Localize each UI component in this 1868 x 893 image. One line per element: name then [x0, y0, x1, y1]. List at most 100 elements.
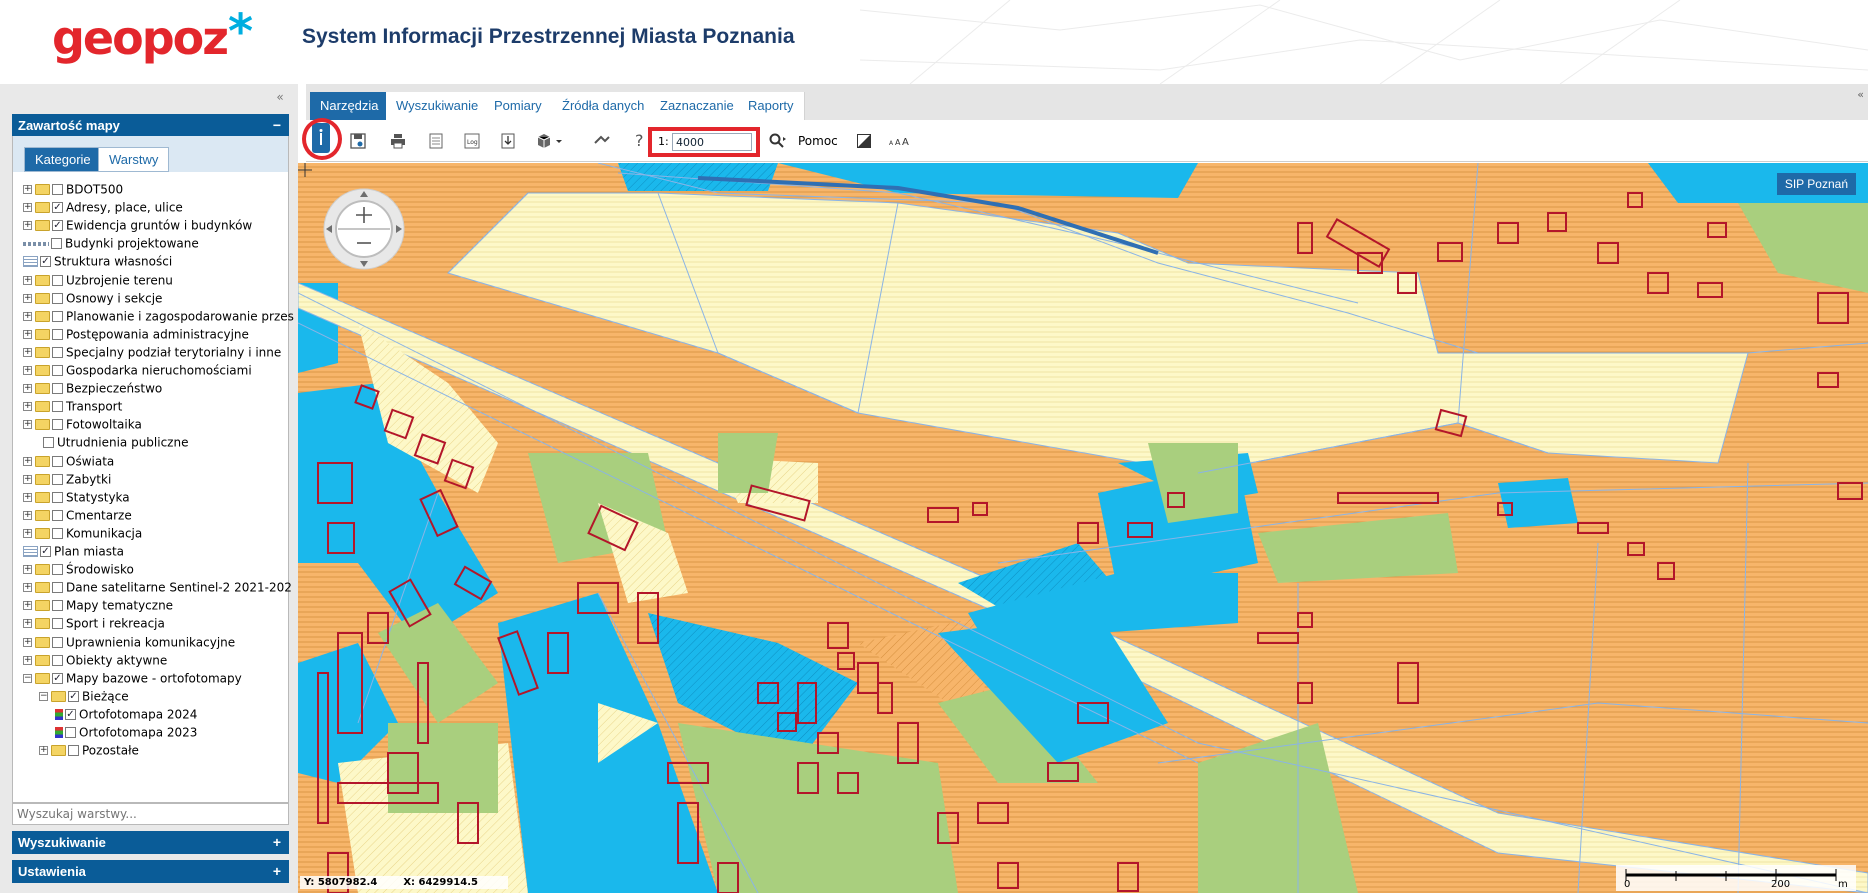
tab-zrodla-danych[interactable]: Źródła danych — [552, 92, 656, 120]
collapse-node-icon[interactable]: − — [39, 691, 48, 701]
layer-checkbox[interactable] — [43, 437, 54, 449]
expand-node-icon[interactable]: + — [23, 601, 32, 611]
collapse-toolbar-icon[interactable]: « — [1857, 88, 1864, 101]
tree-item[interactable]: + ✓ Adresy, place, ulice — [23, 198, 183, 216]
zoom-in-icon[interactable] — [354, 205, 374, 225]
tab-zaznaczanie[interactable]: Zaznaczanie — [650, 92, 745, 120]
expand-node-icon[interactable]: + — [23, 492, 32, 502]
layer-checkbox[interactable] — [52, 401, 63, 413]
contrast-icon[interactable] — [854, 131, 874, 151]
tree-item[interactable]: + Postępowania administracyjne — [23, 325, 249, 343]
layer-checkbox[interactable] — [52, 618, 63, 630]
expand-settings-icon[interactable]: + — [273, 860, 281, 883]
expand-node-icon[interactable]: + — [23, 275, 32, 285]
tree-item[interactable]: + Środowisko — [23, 560, 134, 578]
collapse-node-icon[interactable]: − — [23, 673, 32, 683]
layer-checkbox[interactable] — [52, 527, 63, 539]
expand-search-icon[interactable]: + — [273, 831, 281, 854]
tree-item[interactable]: + Transport — [23, 397, 122, 415]
tab-narzedzia[interactable]: Narzędzia — [310, 92, 390, 120]
export-icon[interactable] — [498, 131, 518, 151]
layer-search-input[interactable] — [12, 803, 289, 825]
tree-item[interactable]: + Sport i rekreacja — [23, 614, 165, 632]
layer-checkbox[interactable] — [52, 509, 63, 521]
expand-node-icon[interactable]: + — [23, 347, 32, 357]
expand-node-icon[interactable]: + — [23, 203, 32, 213]
tree-item[interactable]: + Pozostałe — [39, 741, 139, 759]
zoom-out-icon[interactable] — [354, 233, 374, 253]
map-navigation-control[interactable] — [322, 187, 406, 271]
tab-warstwy[interactable]: Warstwy — [98, 147, 170, 172]
expand-node-icon[interactable]: + — [39, 746, 48, 756]
tree-item[interactable]: + Komunikacja — [23, 524, 142, 542]
expand-node-icon[interactable]: + — [23, 456, 32, 466]
layer-checkbox[interactable]: ✓ — [52, 202, 63, 214]
tree-item[interactable]: + Cmentarze — [23, 506, 132, 524]
expand-node-icon[interactable]: + — [23, 384, 32, 394]
expand-node-icon[interactable]: + — [23, 510, 32, 520]
layer-checkbox[interactable] — [52, 346, 63, 358]
sip-poznan-button[interactable]: SIP Poznań — [1776, 173, 1856, 195]
help-question-icon[interactable]: ? — [630, 131, 650, 151]
expand-node-icon[interactable]: + — [23, 474, 32, 484]
tree-item[interactable]: + Planowanie i zagospodarowanie przes — [23, 307, 294, 325]
tree-item[interactable]: + ✓ Ewidencja gruntów i budynków — [23, 216, 252, 234]
tree-item[interactable]: ✓ Ortofotomapa 2024 — [55, 705, 197, 723]
tree-item[interactable]: Budynki projektowane — [23, 234, 199, 252]
save-icon[interactable] — [348, 131, 368, 151]
layer-checkbox[interactable] — [52, 473, 63, 485]
tab-kategorie[interactable]: Kategorie — [24, 147, 102, 172]
tree-item[interactable]: Utrudnienia publiczne — [39, 433, 188, 451]
zoom-icon[interactable] — [768, 131, 788, 151]
layer-checkbox[interactable] — [52, 419, 63, 431]
tree-item[interactable]: + BDOT500 — [23, 180, 123, 198]
expand-node-icon[interactable]: + — [23, 583, 32, 593]
search-panel-header[interactable]: Wyszukiwanie + — [12, 831, 289, 854]
tree-item[interactable]: + Bezpieczeństwo — [23, 379, 162, 397]
tree-item[interactable]: + Osnowy i sekcje — [23, 289, 162, 307]
expand-node-icon[interactable]: + — [23, 619, 32, 629]
3d-box-icon[interactable] — [534, 131, 566, 151]
tree-item[interactable]: ✓ Struktura własności — [23, 252, 172, 270]
tree-item[interactable]: ✓ Plan miasta — [23, 542, 124, 560]
layer-checkbox[interactable] — [52, 600, 63, 612]
layer-checkbox[interactable]: ✓ — [65, 708, 76, 720]
layer-checkbox[interactable] — [52, 636, 63, 648]
tree-item[interactable]: + Oświata — [23, 452, 114, 470]
tree-item[interactable]: + Specjalny podział terytorialny i inne — [23, 343, 281, 361]
settings-panel-header[interactable]: Ustawienia + — [12, 860, 289, 883]
layer-checkbox[interactable] — [52, 582, 63, 594]
layer-checkbox[interactable]: ✓ — [52, 220, 63, 232]
document-icon[interactable] — [426, 131, 446, 151]
tab-pomiary[interactable]: Pomiary — [484, 92, 553, 120]
tab-wyszukiwanie[interactable]: Wyszukiwanie — [386, 92, 490, 120]
expand-node-icon[interactable]: + — [23, 221, 32, 231]
content-panel-header[interactable]: Zawartość mapy − — [12, 114, 289, 137]
layer-checkbox[interactable] — [52, 491, 63, 503]
tree-item[interactable]: − ✓ Mapy bazowe - ortofotomapy — [23, 669, 242, 687]
expand-node-icon[interactable]: + — [23, 366, 32, 375]
expand-node-icon[interactable]: + — [23, 185, 32, 194]
log-icon[interactable]: Log — [462, 131, 482, 151]
layer-checkbox[interactable] — [68, 745, 79, 757]
tree-item[interactable]: − ✓ Bieżące — [39, 687, 129, 705]
layer-checkbox[interactable] — [52, 328, 63, 340]
tree-item[interactable]: + Uprawnienia komunikacyjne — [23, 633, 235, 651]
tab-raporty[interactable]: Raporty — [738, 92, 805, 120]
geopoz-logo[interactable]: geopoz * — [52, 8, 253, 64]
expand-node-icon[interactable]: + — [23, 565, 32, 575]
layer-checkbox[interactable]: ✓ — [68, 690, 79, 702]
layer-checkbox[interactable] — [52, 455, 63, 467]
print-icon[interactable] — [388, 131, 408, 151]
expand-node-icon[interactable]: + — [23, 420, 32, 430]
tree-item[interactable]: + Zabytki — [23, 470, 111, 488]
expand-node-icon[interactable]: + — [23, 637, 32, 647]
tree-item[interactable]: + Dane satelitarne Sentinel-2 2021-202 — [23, 578, 292, 596]
measure-arrows-icon[interactable] — [592, 131, 612, 151]
layer-checkbox[interactable] — [52, 310, 63, 322]
layer-checkbox[interactable] — [51, 238, 62, 250]
layer-checkbox[interactable] — [52, 564, 63, 576]
layer-checkbox[interactable] — [52, 274, 63, 286]
expand-node-icon[interactable]: + — [23, 528, 32, 538]
tree-item[interactable]: Ortofotomapa 2023 — [55, 723, 197, 741]
